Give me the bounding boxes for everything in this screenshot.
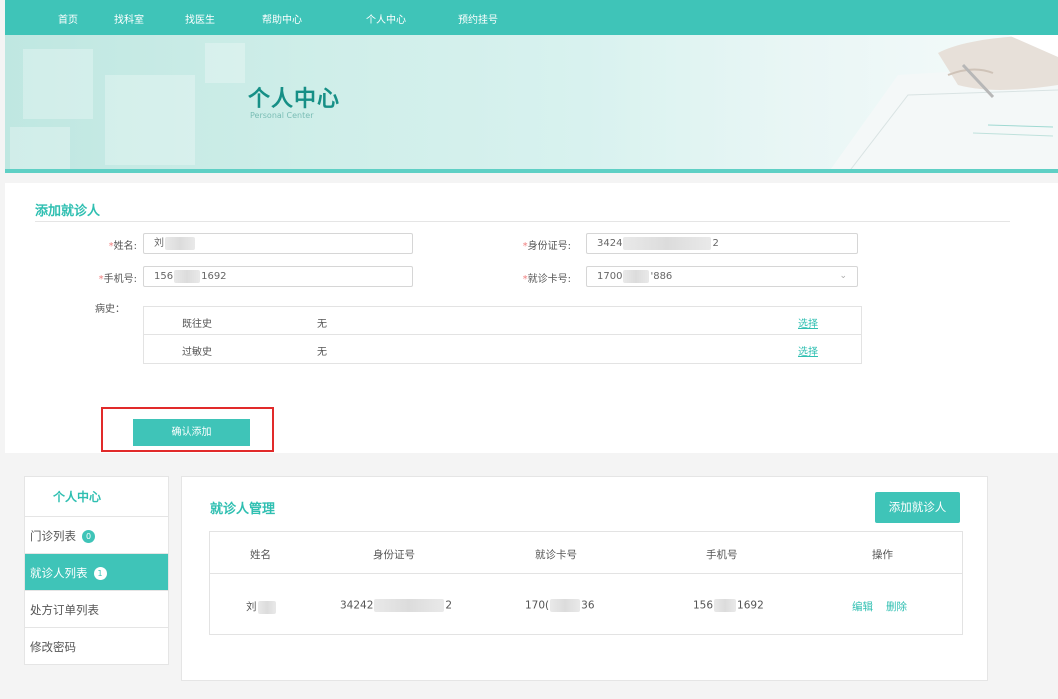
- id-number-label: *身份证号:: [522, 241, 571, 252]
- add-patient-title: 添加就诊人: [35, 204, 101, 219]
- history-name: 过敏史: [182, 347, 212, 358]
- column-header: 姓名: [250, 549, 271, 561]
- chevron-down-icon: ⌄: [839, 271, 847, 281]
- sidebar-item-change-password[interactable]: 修改密码: [24, 628, 169, 665]
- add-patient-panel: 添加就诊人 *姓名: 刘 *身份证号: 3424 2 *手机号: 156 1692 …: [5, 183, 1058, 453]
- history-select-link[interactable]: 选择: [798, 315, 818, 330]
- patient-table: 姓名 身份证号 就诊卡号 手机号 操作 刘 34242 2 170(36 156 1…: [209, 531, 963, 635]
- history-row-past: 既往史 无 选择: [144, 307, 861, 335]
- banner-title: 个人中心: [248, 87, 341, 112]
- nav-item-doctors[interactable]: 找医生: [185, 11, 215, 26]
- history-row-allergy: 过敏史 无 选择: [144, 335, 861, 363]
- delete-link[interactable]: 删除: [886, 599, 907, 614]
- card-number-select[interactable]: 1700'886 ⌄: [586, 266, 858, 287]
- name-label: *姓名:: [108, 241, 137, 252]
- sidebar-title: 个人中心: [24, 476, 169, 517]
- card-number-label: *就诊卡号:: [522, 274, 571, 285]
- nav-item-home[interactable]: 首页: [58, 11, 78, 26]
- column-header: 身份证号: [373, 549, 415, 561]
- nav-item-help[interactable]: 帮助中心: [262, 11, 302, 26]
- banner-subtitle: Personal Center: [250, 111, 314, 120]
- doctor-writing-illustration: [828, 35, 1058, 173]
- patient-name-cell: 刘: [246, 599, 277, 614]
- history-label: 病史：: [95, 304, 125, 315]
- column-header: 手机号: [706, 549, 738, 561]
- banner-divider: [5, 169, 1058, 173]
- patient-card-cell: 170(36: [525, 599, 595, 612]
- sidebar-item-prescription-orders[interactable]: 处方订单列表: [24, 591, 169, 628]
- phone-label: *手机号:: [98, 274, 137, 285]
- confirm-add-button[interactable]: 确认添加: [133, 419, 250, 446]
- nav-item-appointment[interactable]: 预约挂号: [458, 11, 498, 26]
- history-value: 无: [317, 319, 327, 330]
- sidebar: 个人中心 门诊列表 0 就诊人列表 1 处方订单列表 修改密码: [24, 476, 169, 665]
- history-value: 无: [317, 347, 327, 358]
- name-field[interactable]: 刘: [143, 233, 413, 254]
- count-badge: 0: [82, 530, 95, 543]
- column-header: 就诊卡号: [535, 549, 577, 561]
- edit-link[interactable]: 编辑: [852, 599, 873, 614]
- top-nav: 首页 找科室 找医生 帮助中心 个人中心 预约挂号: [5, 0, 1058, 35]
- sidebar-item-outpatient-list[interactable]: 门诊列表 0: [24, 517, 169, 554]
- patient-id-cell: 34242 2: [340, 599, 453, 612]
- column-header: 操作: [872, 549, 893, 561]
- patient-phone-cell: 156 1692: [693, 599, 764, 612]
- nav-item-personal[interactable]: 个人中心: [366, 11, 406, 26]
- count-badge: 1: [93, 567, 107, 580]
- history-table: 既往史 无 选择 过敏史 无 选择: [143, 306, 862, 364]
- highlight-box: 确认添加: [101, 407, 274, 452]
- table-header: 姓名 身份证号 就诊卡号 手机号 操作: [210, 532, 962, 574]
- divider: [35, 221, 1010, 222]
- add-patient-button[interactable]: 添加就诊人: [875, 492, 960, 523]
- nav-item-departments[interactable]: 找科室: [114, 11, 144, 26]
- id-number-field[interactable]: 3424 2: [586, 233, 858, 254]
- sidebar-item-patient-list[interactable]: 就诊人列表 1: [24, 554, 169, 591]
- patient-management-title: 就诊人管理: [210, 502, 276, 517]
- page-banner: 个人中心 Personal Center: [5, 35, 1058, 173]
- history-name: 既往史: [182, 319, 212, 330]
- phone-field[interactable]: 156 1692: [143, 266, 413, 287]
- history-select-link[interactable]: 选择: [798, 343, 818, 358]
- patient-management-panel: 就诊人管理 添加就诊人 姓名 身份证号 就诊卡号 手机号 操作 刘 34242 2…: [181, 476, 988, 681]
